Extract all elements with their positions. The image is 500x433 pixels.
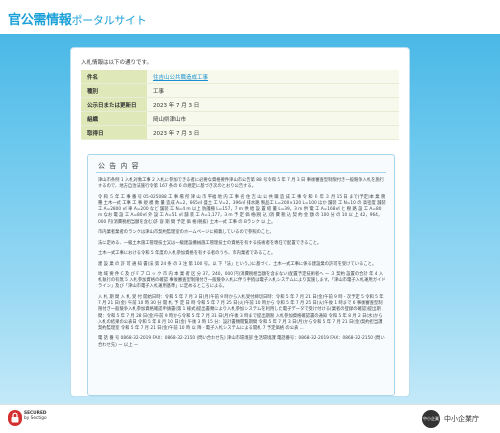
site-title-sub: ポータルサイト xyxy=(71,14,147,27)
subject-link[interactable]: 住吉山公共職造成工事 xyxy=(153,75,208,81)
info-value: 住吉山公共職造成工事 xyxy=(147,70,399,84)
announcement-body: 津山市条例 1 入札対象工事 2 入札に参加できる者に必要な資格要件津山市公告第… xyxy=(98,178,386,353)
announcement-paragraph: 地 域 要 件 C 及 び F ブ ロ ッ ク 市 内 本 業 者 区 分 37… xyxy=(98,272,386,290)
info-label: 種別 xyxy=(81,83,147,98)
announcement-title: 公 告 内 容 xyxy=(98,162,140,170)
announcement-box: 公 告 内 容 津山市条例 1 入札対象工事 2 入札に参加できる者に必要な資格… xyxy=(87,154,395,396)
announcement-paragraph: 法に定める、一級土木施工管理技士又は一級建設機械施工管理技士の資格を有する技術者… xyxy=(98,240,322,246)
info-value: 2023 年 7 月 3 日 xyxy=(147,97,399,112)
announcement-paragraph: 建 設 業 の 許 可 通 知 書(法 第 24 条 の 3 注 第 100 号… xyxy=(98,261,377,267)
announcement-paragraph: 市内業者業者のランクは津山市契約監理室のホームページに掲載しているので参照のこと… xyxy=(98,230,274,236)
lock-icon xyxy=(8,410,22,426)
secured-line2: by Sectigo xyxy=(24,416,47,421)
info-row-retrieved: 取得日 2023 年 7 月 3 日 xyxy=(81,125,399,140)
info-value: 岡山県津山市 xyxy=(147,111,399,126)
info-label: 組織 xyxy=(81,111,147,126)
announcement-paragraph: 入 札 期 間 入 札 受 付 開始日時：令和 5 年 7 月 3 日(月)午前… xyxy=(98,294,384,331)
info-row-subject: 件名 住吉山公共職造成工事 xyxy=(81,70,399,84)
info-row-organization: 組織 岡山県津山市 xyxy=(81,111,399,126)
announcement-paragraph: 令 和 ５ 年 工 事 番 号 05-025088 工 事 場 所 津 山 市 … xyxy=(98,194,386,225)
site-header: 官公需情報ポータルサイト xyxy=(0,0,500,34)
announcement-paragraph: 電 話 番 号 0868-32-2019 FAX：0868-32-2150 (問… xyxy=(98,336,385,348)
divider xyxy=(96,172,386,173)
info-value: 工事 xyxy=(147,83,399,98)
info-label: 取得日 xyxy=(81,125,147,140)
site-title-main: 官公需情報 xyxy=(8,13,72,28)
info-label: 件名 xyxy=(81,70,147,84)
announcement-paragraph: 津山市条例 1 入札対象工事 2 入札に参加できる者に必要な資格要件津山市公告第… xyxy=(98,178,385,190)
sectigo-badge[interactable]: SECURED by Sectigo xyxy=(8,409,48,429)
sme-agency-logo[interactable]: 中小企業 中小企業庁 xyxy=(422,410,494,428)
info-row-type: 種別 工事 xyxy=(81,83,399,98)
intro-text: 入札情報は以下の通りです。 xyxy=(81,60,152,66)
site-title[interactable]: 官公需情報ポータルサイト xyxy=(8,9,147,28)
announcement-paragraph: 土木一式工事における令和 5 年度の入札参加資格を有する者のうち、市内業者である… xyxy=(98,251,276,257)
info-row-date: 公示日または更新日 2023 年 7 月 3 日 xyxy=(81,97,399,112)
sme-seal-icon: 中小企業 xyxy=(422,410,440,428)
content-panel: 入札情報は以下の通りです。 件名 住吉山公共職造成工事 種別 工事 公示日または… xyxy=(70,47,410,397)
site-footer: SECURED by Sectigo 中小企業 中小企業庁 xyxy=(0,404,500,433)
sme-agency-name: 中小企業庁 xyxy=(444,415,479,423)
info-label: 公示日または更新日 xyxy=(81,97,147,112)
bid-info-table: 件名 住吉山公共職造成工事 種別 工事 公示日または更新日 2023 年 7 月… xyxy=(81,70,399,140)
secured-text: SECURED by Sectigo xyxy=(24,411,47,421)
info-value: 2023 年 7 月 3 日 xyxy=(147,125,399,140)
